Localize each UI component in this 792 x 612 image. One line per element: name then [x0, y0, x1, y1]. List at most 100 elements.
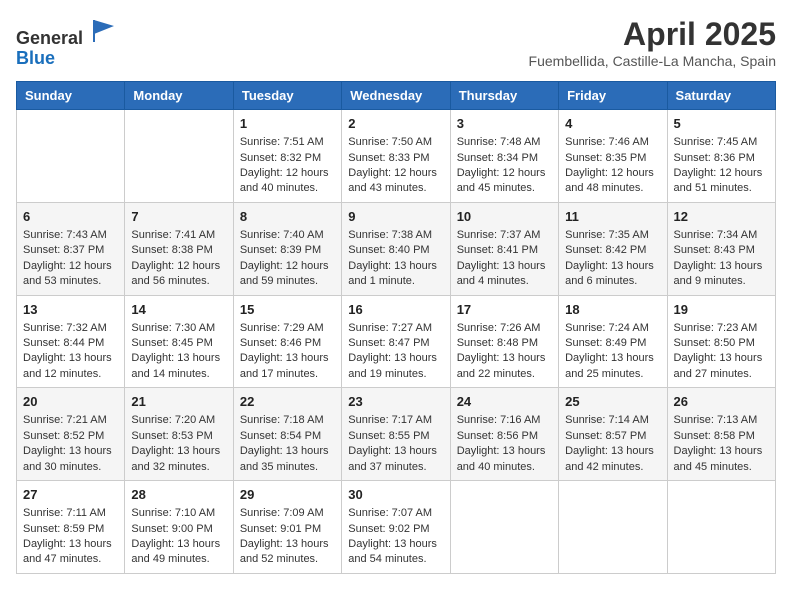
table-row: 15Sunrise: 7:29 AMSunset: 8:46 PMDayligh… — [233, 295, 341, 388]
daylight-text: Daylight: 12 hours and 56 minutes. — [131, 259, 226, 290]
table-row: 2Sunrise: 7:50 AMSunset: 8:33 PMDaylight… — [342, 110, 450, 203]
col-monday: Monday — [125, 82, 233, 110]
sunset-text: Sunset: 8:59 PM — [23, 522, 118, 537]
sunset-text: Sunset: 9:01 PM — [240, 522, 335, 537]
table-row: 13Sunrise: 7:32 AMSunset: 8:44 PMDayligh… — [17, 295, 125, 388]
daylight-text: Daylight: 13 hours and 37 minutes. — [348, 444, 443, 475]
daylight-text: Daylight: 13 hours and 19 minutes. — [348, 351, 443, 382]
day-number: 27 — [23, 486, 118, 504]
daylight-text: Daylight: 13 hours and 52 minutes. — [240, 537, 335, 568]
day-number: 20 — [23, 393, 118, 411]
table-row: 25Sunrise: 7:14 AMSunset: 8:57 PMDayligh… — [559, 388, 667, 481]
sunset-text: Sunset: 8:35 PM — [565, 151, 660, 166]
day-number: 6 — [23, 208, 118, 226]
col-sunday: Sunday — [17, 82, 125, 110]
sunset-text: Sunset: 8:40 PM — [348, 243, 443, 258]
day-number: 10 — [457, 208, 552, 226]
sunrise-text: Sunrise: 7:46 AM — [565, 135, 660, 150]
day-number: 5 — [674, 115, 769, 133]
table-row: 27Sunrise: 7:11 AMSunset: 8:59 PMDayligh… — [17, 481, 125, 574]
sunset-text: Sunset: 8:41 PM — [457, 243, 552, 258]
table-row — [17, 110, 125, 203]
sunset-text: Sunset: 8:46 PM — [240, 336, 335, 351]
daylight-text: Daylight: 12 hours and 43 minutes. — [348, 166, 443, 197]
logo-line1: General — [16, 16, 118, 49]
sunset-text: Sunset: 8:48 PM — [457, 336, 552, 351]
sunset-text: Sunset: 8:56 PM — [457, 429, 552, 444]
daylight-text: Daylight: 13 hours and 9 minutes. — [674, 259, 769, 290]
daylight-text: Daylight: 13 hours and 35 minutes. — [240, 444, 335, 475]
sunset-text: Sunset: 8:52 PM — [23, 429, 118, 444]
calendar-header-row: Sunday Monday Tuesday Wednesday Thursday… — [17, 82, 776, 110]
sunrise-text: Sunrise: 7:51 AM — [240, 135, 335, 150]
sunrise-text: Sunrise: 7:48 AM — [457, 135, 552, 150]
daylight-text: Daylight: 13 hours and 32 minutes. — [131, 444, 226, 475]
table-row: 9Sunrise: 7:38 AMSunset: 8:40 PMDaylight… — [342, 202, 450, 295]
daylight-text: Daylight: 13 hours and 42 minutes. — [565, 444, 660, 475]
day-number: 16 — [348, 301, 443, 319]
sunrise-text: Sunrise: 7:34 AM — [674, 228, 769, 243]
table-row: 5Sunrise: 7:45 AMSunset: 8:36 PMDaylight… — [667, 110, 775, 203]
daylight-text: Daylight: 12 hours and 53 minutes. — [23, 259, 118, 290]
day-number: 9 — [348, 208, 443, 226]
day-number: 7 — [131, 208, 226, 226]
sunrise-text: Sunrise: 7:14 AM — [565, 413, 660, 428]
table-row: 21Sunrise: 7:20 AMSunset: 8:53 PMDayligh… — [125, 388, 233, 481]
month-year-title: April 2025 — [529, 16, 776, 53]
table-row: 10Sunrise: 7:37 AMSunset: 8:41 PMDayligh… — [450, 202, 558, 295]
sunset-text: Sunset: 8:57 PM — [565, 429, 660, 444]
sunrise-text: Sunrise: 7:13 AM — [674, 413, 769, 428]
day-number: 11 — [565, 208, 660, 226]
table-row: 26Sunrise: 7:13 AMSunset: 8:58 PMDayligh… — [667, 388, 775, 481]
location-subtitle: Fuembellida, Castille-La Mancha, Spain — [529, 53, 776, 69]
sunrise-text: Sunrise: 7:20 AM — [131, 413, 226, 428]
daylight-text: Daylight: 13 hours and 30 minutes. — [23, 444, 118, 475]
daylight-text: Daylight: 13 hours and 22 minutes. — [457, 351, 552, 382]
table-row: 17Sunrise: 7:26 AMSunset: 8:48 PMDayligh… — [450, 295, 558, 388]
table-row: 20Sunrise: 7:21 AMSunset: 8:52 PMDayligh… — [17, 388, 125, 481]
calendar-week-row: 1Sunrise: 7:51 AMSunset: 8:32 PMDaylight… — [17, 110, 776, 203]
day-number: 17 — [457, 301, 552, 319]
day-number: 2 — [348, 115, 443, 133]
daylight-text: Daylight: 13 hours and 45 minutes. — [674, 444, 769, 475]
daylight-text: Daylight: 13 hours and 17 minutes. — [240, 351, 335, 382]
sunrise-text: Sunrise: 7:10 AM — [131, 506, 226, 521]
sunrise-text: Sunrise: 7:18 AM — [240, 413, 335, 428]
logo: General Blue — [16, 16, 118, 69]
daylight-text: Daylight: 13 hours and 1 minute. — [348, 259, 443, 290]
day-number: 26 — [674, 393, 769, 411]
day-number: 15 — [240, 301, 335, 319]
sunrise-text: Sunrise: 7:35 AM — [565, 228, 660, 243]
sunrise-text: Sunrise: 7:24 AM — [565, 321, 660, 336]
sunset-text: Sunset: 8:44 PM — [23, 336, 118, 351]
sunrise-text: Sunrise: 7:41 AM — [131, 228, 226, 243]
sunrise-text: Sunrise: 7:09 AM — [240, 506, 335, 521]
sunset-text: Sunset: 8:43 PM — [674, 243, 769, 258]
table-row: 28Sunrise: 7:10 AMSunset: 9:00 PMDayligh… — [125, 481, 233, 574]
table-row: 8Sunrise: 7:40 AMSunset: 8:39 PMDaylight… — [233, 202, 341, 295]
day-number: 3 — [457, 115, 552, 133]
table-row: 7Sunrise: 7:41 AMSunset: 8:38 PMDaylight… — [125, 202, 233, 295]
col-tuesday: Tuesday — [233, 82, 341, 110]
day-number: 21 — [131, 393, 226, 411]
sunset-text: Sunset: 8:55 PM — [348, 429, 443, 444]
sunrise-text: Sunrise: 7:43 AM — [23, 228, 118, 243]
page-header: General Blue April 2025 Fuembellida, Cas… — [16, 16, 776, 69]
table-row — [450, 481, 558, 574]
calendar-week-row: 27Sunrise: 7:11 AMSunset: 8:59 PMDayligh… — [17, 481, 776, 574]
sunrise-text: Sunrise: 7:45 AM — [674, 135, 769, 150]
sunset-text: Sunset: 8:32 PM — [240, 151, 335, 166]
day-number: 19 — [674, 301, 769, 319]
table-row — [667, 481, 775, 574]
sunset-text: Sunset: 9:02 PM — [348, 522, 443, 537]
table-row: 23Sunrise: 7:17 AMSunset: 8:55 PMDayligh… — [342, 388, 450, 481]
table-row: 30Sunrise: 7:07 AMSunset: 9:02 PMDayligh… — [342, 481, 450, 574]
sunset-text: Sunset: 8:36 PM — [674, 151, 769, 166]
table-row — [125, 110, 233, 203]
sunset-text: Sunset: 8:39 PM — [240, 243, 335, 258]
daylight-text: Daylight: 13 hours and 49 minutes. — [131, 537, 226, 568]
table-row: 18Sunrise: 7:24 AMSunset: 8:49 PMDayligh… — [559, 295, 667, 388]
table-row: 4Sunrise: 7:46 AMSunset: 8:35 PMDaylight… — [559, 110, 667, 203]
day-number: 13 — [23, 301, 118, 319]
daylight-text: Daylight: 12 hours and 48 minutes. — [565, 166, 660, 197]
